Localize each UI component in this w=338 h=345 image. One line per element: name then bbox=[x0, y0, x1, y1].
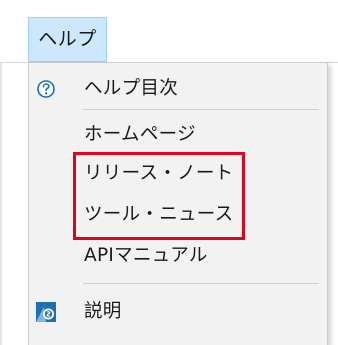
menu-item-help-contents[interactable]: ヘルプ目次 bbox=[29, 70, 327, 108]
menu-item-label: リリース・ノート bbox=[84, 163, 234, 184]
help-dropdown-menu: ヘルプ目次 ホームページ リリース・ノート ツール・ニュース APIマニュアル … bbox=[28, 62, 328, 345]
menu-item-about[interactable]: 説明 bbox=[29, 293, 327, 331]
menu-item-label: ヘルプ目次 bbox=[84, 78, 179, 99]
menu-bar: ヘルプ bbox=[0, 0, 338, 62]
menu-item-home-page[interactable]: ホームページ bbox=[29, 116, 327, 154]
window-edge bbox=[0, 63, 2, 345]
menu-item-label: 説明 bbox=[84, 301, 122, 322]
menu-item-label: ホームページ bbox=[84, 124, 196, 145]
app-info-icon bbox=[36, 302, 56, 322]
menu-help[interactable]: ヘルプ bbox=[28, 17, 107, 62]
help-circle-icon bbox=[36, 79, 56, 99]
menu-item-tool-news[interactable]: ツール・ニュース bbox=[29, 196, 327, 234]
menu-item-api-manual[interactable]: APIマニュアル bbox=[29, 237, 327, 275]
menu-item-label: APIマニュアル bbox=[84, 245, 208, 266]
menu-item-label: ツール・ニュース bbox=[84, 204, 234, 225]
menu-separator bbox=[83, 109, 319, 110]
menu-item-release-notes[interactable]: リリース・ノート bbox=[29, 155, 327, 193]
menu-separator bbox=[83, 283, 319, 284]
